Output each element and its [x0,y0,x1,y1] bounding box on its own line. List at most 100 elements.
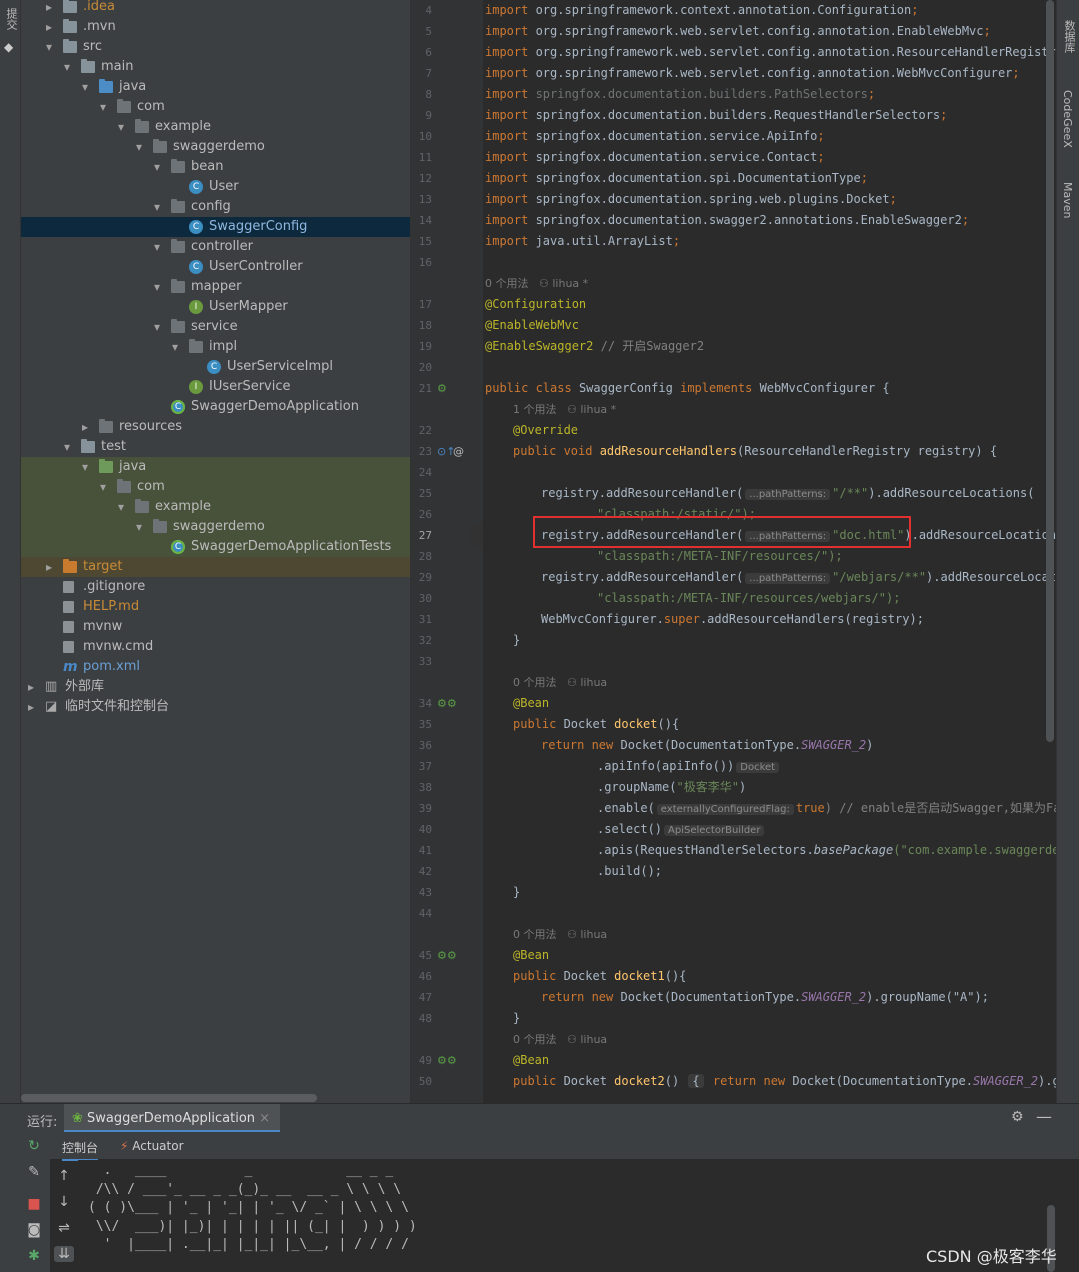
tree-item[interactable]: ▾ config [21,197,410,217]
tree-item[interactable]: ▾ service [21,317,410,337]
tree-item[interactable]: I UserMapper [21,297,410,317]
tree-item[interactable]: HELP.md [21,597,410,617]
scroll-to-end-icon[interactable]: ⇊ [54,1246,74,1262]
maven-tool[interactable]: Maven [1061,182,1074,218]
chevron-down-icon[interactable]: ▾ [151,237,163,257]
code-editor[interactable]: import org.springframework.context.annot… [483,0,1056,1103]
usage-hint[interactable]: 0 个用法 [513,928,557,941]
chevron-down-icon[interactable]: ▾ [151,157,163,177]
chevron-down-icon[interactable]: ▾ [151,277,163,297]
settings-wrench-icon[interactable]: ✎ [24,1164,44,1180]
tree-item[interactable]: ▾ controller [21,237,410,257]
tree-item[interactable]: ▸ .idea [21,0,410,17]
spring-bean-icon[interactable]: ⚙⚙ [437,1054,457,1067]
spring-bean-icon[interactable]: ⚙⚙ [437,949,457,962]
project-hscrollbar[interactable] [21,1094,317,1102]
tree-item[interactable]: C User [21,177,410,197]
tree-item[interactable]: ▾ src [21,37,410,57]
tree-item[interactable]: ▾ com [21,477,410,497]
chevron-down-icon[interactable]: ▾ [43,37,55,57]
editor-vscrollbar[interactable] [1046,0,1054,742]
scroll-down-icon[interactable]: ↓ [54,1194,74,1210]
tree-item[interactable]: C SwaggerDemoApplication [21,397,410,417]
usage-hint[interactable]: 0 个用法 [513,1033,557,1046]
tree-item[interactable]: mvnw [21,617,410,637]
chevron-down-icon[interactable]: ▾ [115,117,127,137]
tree-item[interactable]: ▸ target [21,557,410,577]
chevron-down-icon[interactable]: ▾ [151,197,163,217]
tree-item[interactable]: ▾ mapper [21,277,410,297]
chevron-down-icon[interactable]: ▾ [169,337,181,357]
tree-item[interactable]: ▾ java [21,457,410,477]
tree-item[interactable]: ▾ java [21,77,410,97]
author-hint[interactable]: lihua * [552,277,588,290]
spring-bean-icon[interactable]: ⚙⚙ [437,697,457,710]
run-tab[interactable]: ❀ SwaggerDemoApplication × [64,1104,281,1133]
rerun-icon[interactable]: ↻ [24,1138,44,1154]
author-hint[interactable]: lihua * [580,403,616,416]
tree-item[interactable]: ▾ swaggerdemo [21,137,410,157]
chevron-down-icon[interactable]: ▾ [61,57,73,77]
tree-item[interactable]: ▸ resources [21,417,410,437]
chevron-right-icon[interactable]: ▸ [43,557,55,577]
close-icon[interactable]: × [259,1111,270,1126]
annotation-icon[interactable]: @ [453,445,464,458]
chevron-right-icon[interactable]: ▸ [43,17,55,37]
debug-icon[interactable]: ✱ [24,1248,44,1264]
tree-item[interactable]: .gitignore [21,577,410,597]
code-line-50-a: public Docket docket2() [513,1074,679,1088]
chevron-down-icon[interactable]: ▾ [79,457,91,477]
tab-console[interactable]: 控制台 [62,1139,99,1161]
tree-item[interactable]: I IUserService [21,377,410,397]
gear-icon[interactable]: ⚙ [1011,1109,1024,1125]
chevron-down-icon[interactable]: ▾ [61,437,73,457]
usage-hint[interactable]: 0 个用法 [485,277,529,290]
author-hint[interactable]: lihua [580,676,607,689]
minimize-icon[interactable]: — [1036,1107,1052,1126]
chevron-down-icon[interactable]: ▾ [97,97,109,117]
tree-item[interactable]: ▾ test [21,437,410,457]
scroll-up-icon[interactable]: ↑ [54,1168,74,1184]
commit-tool-label[interactable]: 提交 [3,8,19,30]
console-output[interactable]: . ____ _ __ _ _ /\\ / ___'_ __ _ _(_)_ _… [78,1160,1068,1272]
chevron-right-icon[interactable]: ▸ [79,417,91,437]
author-hint[interactable]: lihua [580,928,607,941]
tree-item[interactable]: ▾ example [21,497,410,517]
usage-hint[interactable]: 1 个用法 [513,403,557,416]
tree-item[interactable]: ▾ bean [21,157,410,177]
tree-item[interactable]: ▸ .mvn [21,17,410,37]
chevron-down-icon[interactable]: ▾ [79,77,91,97]
tree-item[interactable]: C UserController [21,257,410,277]
stop-icon[interactable]: ■ [24,1196,44,1212]
tree-item[interactable]: ▾ example [21,117,410,137]
tree-item[interactable]: ▸ ◪ 临时文件和控制台 [21,697,410,717]
tree-item[interactable]: mvnw.cmd [21,637,410,657]
tree-item[interactable]: C SwaggerDemoApplicationTests [21,537,410,557]
chevron-down-icon[interactable]: ▾ [133,137,145,157]
folded-brace[interactable]: { [688,1074,704,1088]
tree-item[interactable]: ▾ main [21,57,410,77]
soft-wrap-icon[interactable]: ⇌ [54,1220,74,1236]
tab-actuator[interactable]: ⚡ Actuator [120,1139,184,1153]
commit-icon[interactable]: ◆ [4,40,13,54]
chevron-right-icon[interactable]: ▸ [25,677,37,697]
camera-icon[interactable]: ◙ [24,1222,44,1238]
chevron-down-icon[interactable]: ▾ [133,517,145,537]
spring-bean-icon[interactable]: ⚙ [437,382,447,395]
tree-item[interactable]: m pom.xml [21,657,410,677]
chevron-down-icon[interactable]: ▾ [115,497,127,517]
tree-item[interactable]: ▾ impl [21,337,410,357]
database-tool[interactable]: 数据库 [1061,20,1077,53]
codegeex-tool[interactable]: CodeGeeX [1061,90,1074,148]
author-hint[interactable]: lihua [580,1033,607,1046]
chevron-down-icon[interactable]: ▾ [151,317,163,337]
tree-item[interactable]: C UserServiceImpl [21,357,410,377]
tree-item[interactable]: ▾ com [21,97,410,117]
tree-item[interactable]: ▾ swaggerdemo [21,517,410,537]
tree-item[interactable]: C SwaggerConfig [21,217,410,237]
chevron-down-icon[interactable]: ▾ [97,477,109,497]
chevron-right-icon[interactable]: ▸ [25,697,37,717]
tree-item[interactable]: ▸ ▥ 外部库 [21,677,410,697]
chevron-right-icon[interactable]: ▸ [43,0,55,17]
usage-hint[interactable]: 0 个用法 [513,676,557,689]
